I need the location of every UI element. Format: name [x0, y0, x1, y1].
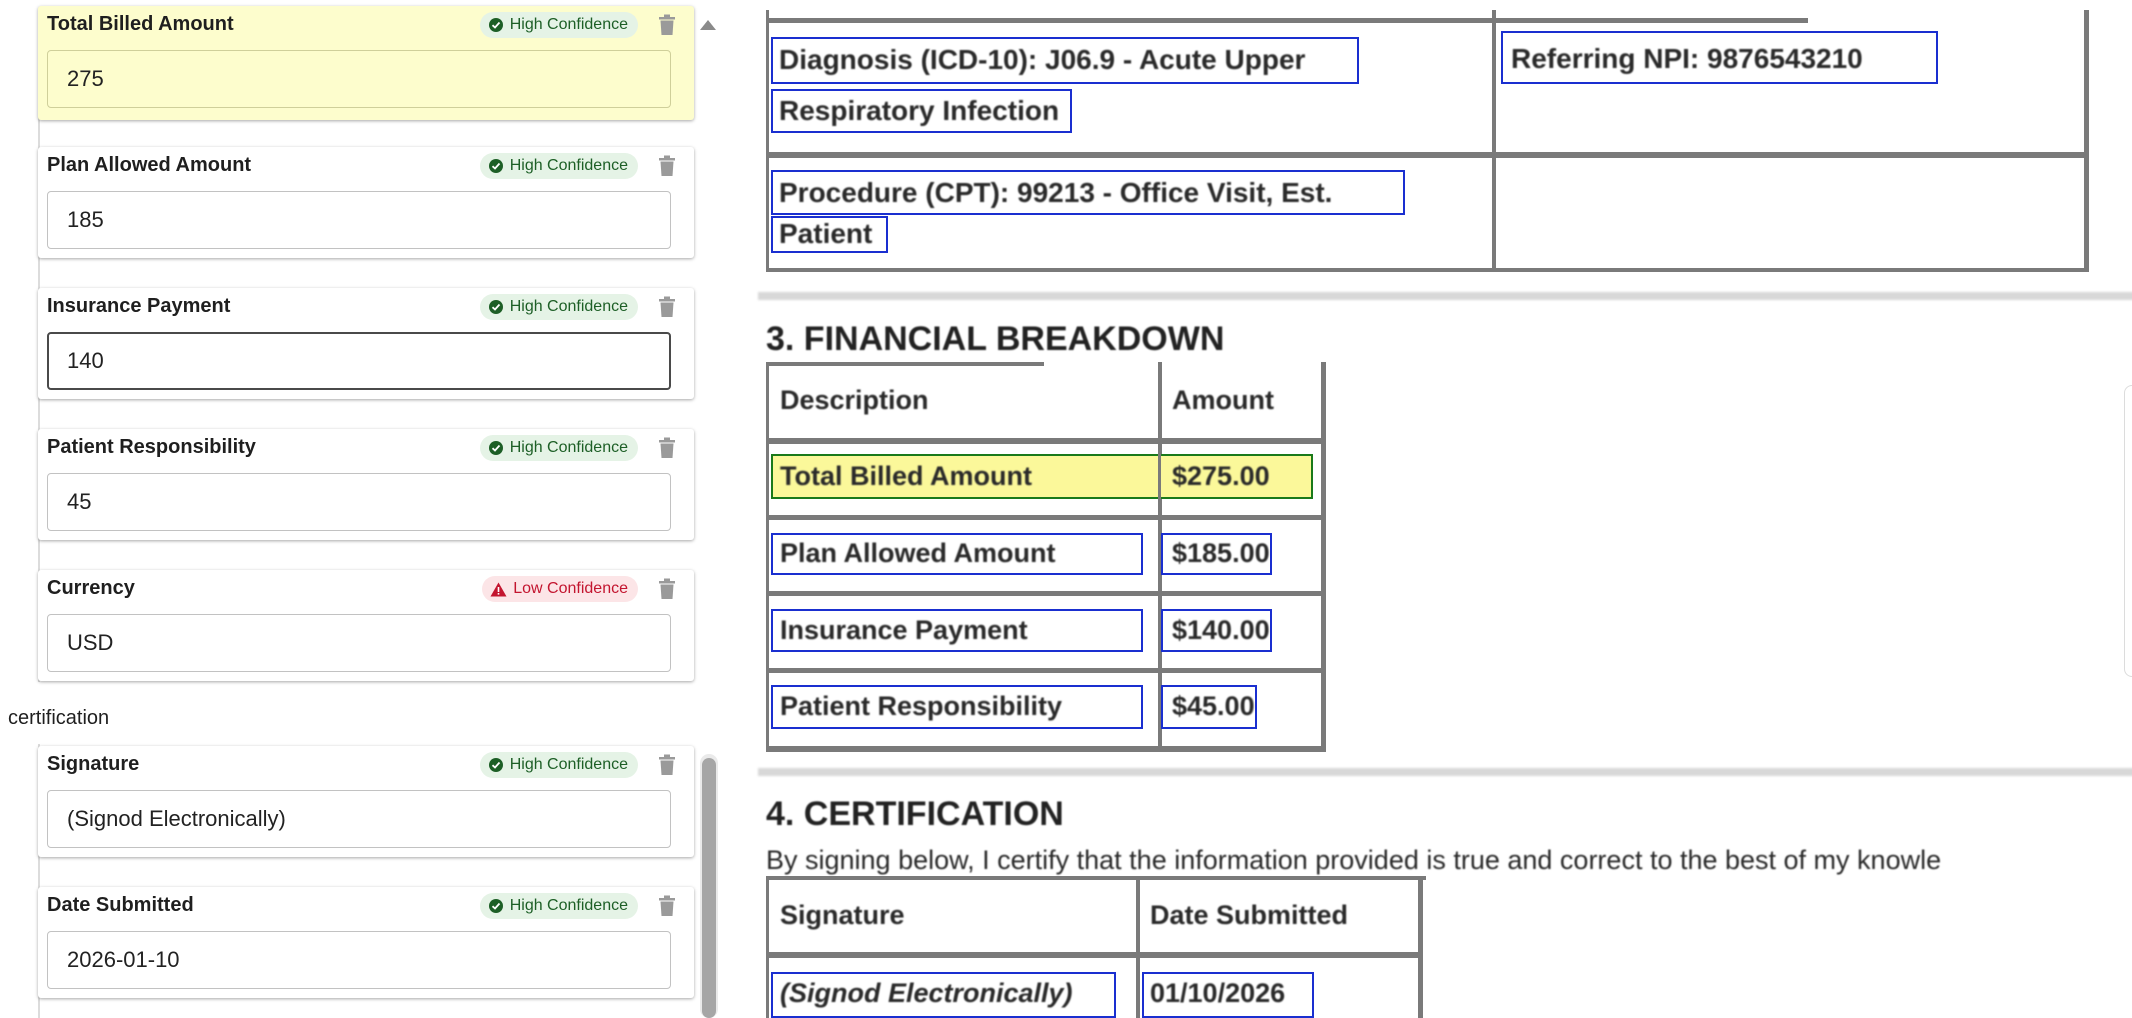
plan-allowed-amount-input[interactable]: 185 — [47, 191, 671, 249]
col-description: Description — [780, 385, 929, 415]
financial-row-amount: $185.00 — [1172, 538, 1270, 568]
insurance-payment-input[interactable]: 140 — [47, 332, 671, 390]
scrollbar-thumb[interactable] — [702, 758, 716, 1018]
procedure-text-line1: Procedure (CPT): 99213 - Office Visit, E… — [779, 177, 1333, 208]
financial-row-label: Total Billed Amount — [780, 461, 1032, 491]
field-label: Total Billed Amount — [47, 13, 234, 35]
confidence-badge: High Confidence — [479, 153, 638, 179]
financial-breakdown-heading: 3. FINANCIAL BREAKDOWN — [766, 320, 1225, 358]
procedure-text-line2: Patient — [779, 218, 873, 249]
trash-icon[interactable] — [658, 754, 676, 776]
certification-heading: 4. CERTIFICATION — [766, 795, 1064, 833]
certification-text: By signing below, I certify that the inf… — [766, 845, 1942, 875]
warning-icon — [490, 582, 507, 596]
confidence-badge: High Confidence — [479, 752, 638, 778]
check-circle-icon — [488, 758, 503, 772]
field-card-date-submitted[interactable]: Date Submitted High Confidence 2026-01-1… — [38, 887, 694, 998]
signature-input[interactable]: (Signod Electronically) — [47, 790, 671, 848]
trash-icon[interactable] — [658, 437, 676, 459]
check-circle-icon — [488, 18, 503, 32]
col-amount: Amount — [1172, 385, 1274, 415]
trash-icon[interactable] — [658, 155, 676, 177]
check-circle-icon — [488, 441, 503, 455]
field-label: Date Submitted — [47, 894, 194, 916]
financial-row-amount: $45.00 — [1172, 691, 1255, 721]
confidence-badge: High Confidence — [479, 893, 638, 919]
confidence-badge: High Confidence — [479, 12, 638, 38]
financial-row-amount: $140.00 — [1172, 615, 1270, 645]
extraction-panel: Total Billed Amount High Confidence 275 … — [0, 0, 718, 1018]
scroll-up-arrow-icon[interactable] — [698, 17, 718, 31]
field-card-plan-allowed-amount[interactable]: Plan Allowed Amount High Confidence 185 — [38, 147, 694, 258]
financial-row-label: Patient Responsibility — [780, 691, 1063, 721]
field-card-total-billed-amount[interactable]: Total Billed Amount High Confidence 275 — [38, 6, 694, 120]
col-signature: Signature — [780, 900, 905, 930]
trash-icon[interactable] — [658, 895, 676, 917]
date-value: 01/10/2026 — [1150, 978, 1286, 1008]
trash-icon[interactable] — [658, 14, 676, 36]
confidence-badge: High Confidence — [479, 435, 638, 461]
diagnosis-text-line2: Respiratory Infection — [779, 95, 1060, 126]
check-circle-icon — [488, 899, 503, 913]
field-card-currency[interactable]: Currency Low Confidence USD — [38, 570, 694, 681]
trash-icon[interactable] — [658, 296, 676, 318]
signature-value: (Signod Electronically) — [780, 978, 1073, 1008]
check-circle-icon — [488, 159, 503, 173]
field-card-patient-responsibility[interactable]: Patient Responsibility High Confidence 4… — [38, 429, 694, 540]
field-label: Plan Allowed Amount — [47, 154, 252, 176]
trash-icon[interactable] — [658, 578, 676, 600]
referring-npi-text: Referring NPI: 9876543210 — [1511, 43, 1863, 74]
confidence-badge: Low Confidence — [482, 576, 638, 602]
field-label: Currency — [47, 577, 135, 599]
patient-responsibility-input[interactable]: 45 — [47, 473, 671, 531]
financial-row-label: Insurance Payment — [780, 615, 1028, 645]
col-date-submitted: Date Submitted — [1150, 900, 1349, 930]
field-card-signature[interactable]: Signature High Confidence (Signod Electr… — [38, 746, 694, 857]
date-submitted-input[interactable]: 2026-01-10 — [47, 931, 671, 989]
field-label: Signature — [47, 753, 140, 775]
currency-input[interactable]: USD — [47, 614, 671, 672]
side-panel-edge[interactable] — [2124, 385, 2132, 677]
diagnosis-text-line1: Diagnosis (ICD-10): J06.9 - Acute Upper — [779, 44, 1306, 75]
field-label: Patient Responsibility — [47, 436, 256, 458]
total-billed-amount-input[interactable]: 275 — [47, 50, 671, 108]
section-label-certification: certification — [8, 707, 110, 729]
check-circle-icon — [488, 300, 503, 314]
field-card-insurance-payment[interactable]: Insurance Payment High Confidence 140 — [38, 288, 694, 399]
field-label: Insurance Payment — [47, 295, 231, 317]
document-viewer: Diagnosis (ICD-10): J06.9 - Acute Upper … — [718, 0, 2132, 1018]
financial-row-label: Plan Allowed Amount — [780, 538, 1056, 568]
financial-row-amount: $275.00 — [1172, 461, 1270, 491]
confidence-badge: High Confidence — [479, 294, 638, 320]
